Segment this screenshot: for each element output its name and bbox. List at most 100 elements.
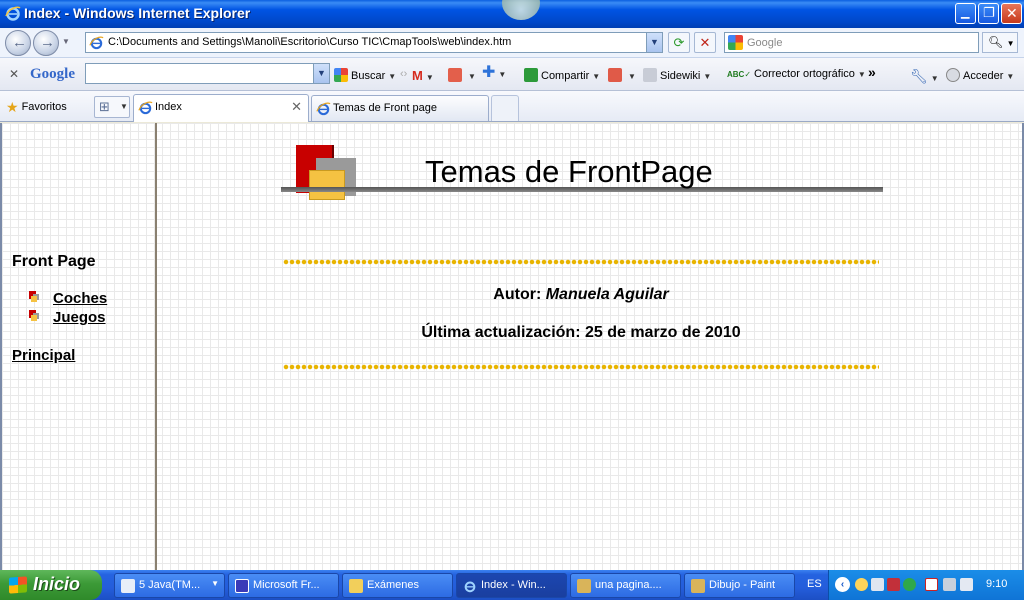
close-toolbar-icon[interactable]: ✕: [9, 67, 19, 81]
dotted-divider-bottom: [283, 364, 879, 370]
buscar-button[interactable]: Buscar ▼: [334, 68, 396, 82]
last-updated: Última actualización: 25 de marzo de 201…: [421, 324, 741, 341]
tab-list-dropdown-icon[interactable]: ▼: [120, 102, 128, 111]
search-button[interactable]: 🔍︎ ▼: [982, 32, 1018, 53]
banner-yellow-square: [309, 170, 345, 200]
taskbar-item-microsoft-frontpage[interactable]: Microsoft Fr...: [228, 573, 339, 598]
forward-arrow-icon: →: [40, 34, 55, 51]
frontpage-icon: [235, 579, 249, 593]
tab-index[interactable]: Index ✕: [133, 94, 309, 122]
taskbar-item-index[interactable]: Index - Win...: [456, 573, 567, 598]
system-tray: ‹ 9:10: [828, 570, 1024, 600]
google-search-dropdown-icon[interactable]: ▼: [313, 64, 329, 83]
internet-explorer-icon: [5, 6, 21, 21]
quick-tabs-button[interactable]: ⊞ ▼: [94, 96, 130, 118]
windows-flag-icon: [9, 576, 27, 594]
search-input[interactable]: Google: [724, 32, 979, 53]
messenger-icon[interactable]: [855, 578, 868, 591]
paint-icon: [691, 579, 705, 593]
acceder-button[interactable]: Acceder ▼: [946, 68, 1014, 82]
corrector-button[interactable]: ABC✓ Corrector ortográfico ▼: [727, 68, 866, 80]
taskbar-item-examenes[interactable]: Exámenes: [342, 573, 453, 598]
google-search-icon: [334, 68, 348, 82]
stop-icon[interactable]: ✕: [694, 32, 716, 53]
search-placeholder: Google: [747, 37, 783, 49]
close-button[interactable]: ✕: [1001, 3, 1022, 24]
tab-ie-icon: [138, 101, 153, 115]
bookmarks-button[interactable]: ▼: [448, 68, 476, 82]
google-search-input[interactable]: ▼: [85, 63, 330, 84]
show-hidden-icons-button[interactable]: ‹: [835, 577, 850, 592]
tab-label: Temas de Front page: [333, 102, 437, 114]
alert-icon[interactable]: [925, 578, 938, 591]
group-dropdown-icon: ▼: [211, 579, 219, 588]
nav-link-coches[interactable]: Coches: [53, 290, 107, 307]
sidewiki-button[interactable]: Sidewiki ▼: [643, 68, 711, 82]
ie-icon: [464, 581, 476, 593]
back-arrow-icon: ←: [12, 34, 27, 51]
tab-ie-icon: [316, 102, 331, 116]
start-button[interactable]: Inicio: [0, 570, 102, 600]
nav-link-principal[interactable]: Principal: [12, 347, 75, 364]
popup-blocker-icon: [608, 68, 622, 82]
clock: 9:10: [986, 578, 1008, 590]
address-field[interactable]: C:\Documents and Settings\Manoli\Escrito…: [85, 32, 663, 53]
favorites-button[interactable]: ★ Favoritos: [6, 99, 67, 116]
star-icon: ★: [6, 99, 19, 115]
account-icon: [946, 68, 960, 82]
google-logo: Google: [30, 66, 75, 82]
bullet-icon: [29, 310, 39, 321]
taskbar-item-paint[interactable]: Dibujo - Paint: [684, 573, 795, 598]
decorative-orb: [502, 0, 540, 20]
bookmark-icon: [448, 68, 462, 82]
forward-button[interactable]: →: [33, 30, 59, 56]
tab-close-icon[interactable]: ✕: [291, 99, 302, 115]
more-chevron-icon[interactable]: »: [868, 64, 876, 80]
author-name: Manuela Aguilar: [545, 286, 669, 303]
back-button[interactable]: ←: [5, 30, 31, 56]
history-dropdown-icon[interactable]: ▼: [62, 37, 70, 46]
update-icon[interactable]: [903, 578, 916, 591]
google-toolbar: ✕ Google ▼ Buscar ▼ ‹› M ▼ ▼ ✚ ▼ Compartir ▼…: [0, 58, 1024, 91]
add-button[interactable]: ✚ ▼: [482, 65, 506, 81]
page-icon: [89, 36, 104, 50]
address-bar-row: ← → ▼ C:\Documents and Settings\Manoli\E…: [0, 28, 1024, 58]
address-dropdown-icon[interactable]: ▼: [646, 33, 662, 52]
nav-link-juegos[interactable]: Juegos: [53, 309, 106, 326]
page-viewport[interactable]: Front Page Coches Juegos Principal Temas…: [0, 123, 1024, 570]
sidewiki-icon: [643, 68, 657, 82]
window-title: Index - Windows Internet Explorer: [24, 5, 251, 21]
author-line: Autor: Manuela Aguilar: [493, 286, 669, 303]
share-icon: [524, 68, 538, 82]
wrench-icon: 🔧︎: [910, 68, 928, 84]
network-icon[interactable]: [871, 578, 884, 591]
nav-heading: Front Page: [12, 253, 96, 270]
tabs-bar: ★ Favoritos ⊞ ▼ Index ✕ Temas de Front pa…: [0, 91, 1024, 122]
taskbar: Inicio 5 Java(TM... ▼ Microsoft Fr... Exá…: [0, 570, 1024, 600]
page-title: Temas de FrontPage: [425, 154, 713, 189]
language-indicator[interactable]: ES: [807, 578, 822, 590]
window-title-bar[interactable]: Index - Windows Internet Explorer ▁ ❐ ✕: [0, 0, 1024, 28]
antivirus-icon[interactable]: [887, 578, 900, 591]
minimize-button[interactable]: ▁: [955, 3, 976, 24]
refresh-icon[interactable]: ⟳: [668, 32, 690, 53]
page-banner: Temas de FrontPage: [281, 142, 883, 202]
display-icon[interactable]: [943, 578, 956, 591]
paint-brush-icon: [577, 579, 591, 593]
volume-icon[interactable]: [960, 578, 973, 591]
popup-blocker-button[interactable]: ▼: [608, 68, 636, 82]
new-tab-button[interactable]: [491, 95, 519, 121]
spellcheck-icon: ABC✓: [727, 70, 752, 79]
plus-icon: ✚: [482, 64, 496, 81]
settings-button[interactable]: 🔧︎ ▼: [910, 68, 939, 85]
gmail-button[interactable]: M ▼: [412, 68, 434, 83]
maximize-button[interactable]: ❐: [978, 3, 999, 24]
quick-tabs-icon: ⊞: [99, 99, 110, 114]
url-text: C:\Documents and Settings\Manoli\Escrito…: [108, 36, 512, 48]
taskbar-item-una-pagina[interactable]: una pagina....: [570, 573, 681, 598]
folder-icon: [349, 579, 363, 593]
tab-label: Index: [155, 101, 182, 113]
taskbar-item-java[interactable]: 5 Java(TM... ▼: [114, 573, 225, 598]
tab-temas-front-page[interactable]: Temas de Front page: [311, 95, 489, 121]
compartir-button[interactable]: Compartir ▼: [524, 68, 600, 82]
